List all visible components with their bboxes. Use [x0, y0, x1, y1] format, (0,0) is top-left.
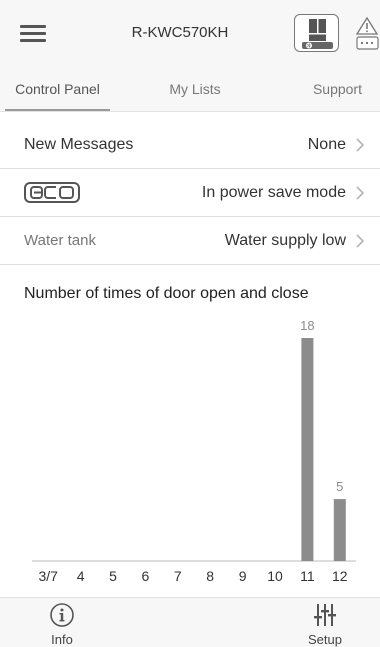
x-tick-label: 7 [174, 568, 182, 584]
new-messages-value: None [307, 136, 346, 153]
x-tick-label: 6 [142, 568, 150, 584]
chevron-right-icon [356, 186, 365, 200]
new-messages-row[interactable]: New Messages None [0, 121, 380, 169]
x-tick-label: 5 [109, 568, 117, 584]
sliders-setup-icon [314, 604, 336, 626]
x-tick-label: 11 [300, 568, 315, 584]
eco-mode-row[interactable]: In power save mode [0, 169, 380, 217]
bottom-nav-bar: Info Setup [0, 597, 380, 647]
bar-value-label: 18 [300, 318, 314, 333]
x-tick-label: 3/7 [38, 568, 58, 584]
x-tick-label: 12 [332, 568, 348, 584]
chevron-right-icon [356, 234, 365, 248]
tab-my-lists[interactable]: My Lists [150, 66, 240, 112]
water-tank-value: Water supply low [224, 232, 346, 249]
device-model-title: R-KWC570KH [131, 24, 229, 41]
x-tick-label: 9 [239, 568, 247, 584]
setup-button[interactable]: Setup [295, 602, 355, 647]
water-tank-row[interactable]: Water tank Water supply low [0, 217, 380, 265]
info-icon [50, 603, 74, 627]
info-label: Info [51, 632, 73, 647]
chart-bar [301, 338, 314, 561]
new-messages-label: New Messages [24, 136, 134, 153]
tab-support[interactable]: Support [290, 66, 380, 112]
door-open-close-chart: 3/7 4 5 6 7 8 9 10 11 18 12 5 [32, 318, 356, 584]
x-tick-label: 4 [77, 568, 85, 584]
x-tick-label: 8 [206, 568, 214, 584]
eco-badge-icon [24, 182, 80, 203]
active-tab-indicator [5, 109, 110, 111]
chart-title: Number of times of door open and close [24, 285, 309, 302]
x-tick-label: 10 [267, 568, 283, 584]
header-bar: R-KWC570KH [0, 0, 380, 66]
warning-alert-icon[interactable] [354, 16, 380, 50]
info-button[interactable]: Info [32, 602, 92, 647]
tab-control-panel[interactable]: Control Panel [5, 66, 110, 112]
tab-bar: Control Panel My Lists Support [0, 66, 380, 112]
bar-value-label: 5 [336, 479, 343, 494]
hamburger-menu-icon[interactable] [20, 23, 46, 43]
app-screen: R-KWC570KH Control Panel My Lists Suppor… [0, 0, 380, 647]
chevron-right-icon [356, 138, 365, 152]
setup-label: Setup [308, 632, 342, 647]
eco-mode-value: In power save mode [201, 184, 346, 201]
fridge-status-icon[interactable] [294, 14, 339, 52]
water-tank-label: Water tank [24, 232, 96, 249]
chart-bar [333, 499, 346, 561]
